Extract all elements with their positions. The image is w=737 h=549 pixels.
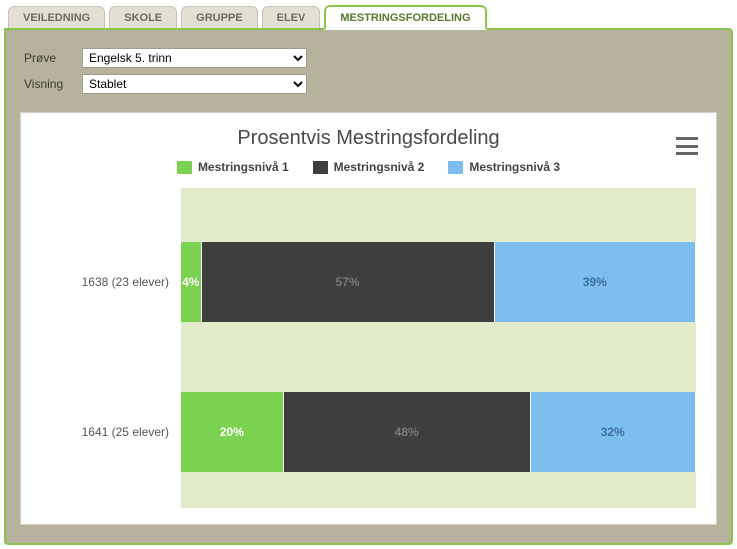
legend-label-3: Mestringsnivå 3 [469,160,560,174]
legend-label-1: Mestringsnivå 1 [198,160,289,174]
legend: Mestringsnivå 1 Mestringsnivå 2 Mestring… [31,160,706,174]
bar-track: 20% 48% 32% [181,392,696,472]
legend-item-1[interactable]: Mestringsnivå 1 [177,160,289,174]
prove-select[interactable]: Engelsk 5. trinn [82,48,307,68]
bar-segment-n1[interactable]: 20% [181,392,284,472]
legend-item-2[interactable]: Mestringsnivå 2 [313,160,425,174]
legend-item-3[interactable]: Mestringsnivå 3 [448,160,560,174]
bar-segment-n2[interactable]: 48% [284,392,531,472]
bar-label: 1638 (23 elever) [31,275,181,289]
visning-select[interactable]: Stablet [82,74,307,94]
controls: Prøve Engelsk 5. trinn Visning Stablet [6,30,731,112]
tab-gruppe[interactable]: GRUPPE [181,6,257,28]
plot-area: 1638 (23 elever) 4% 57% 39% 1641 (25 ele… [181,188,696,508]
bar-segment-n3[interactable]: 39% [495,242,695,322]
swatch-icon [313,161,328,174]
bar-row-1638: 1638 (23 elever) 4% 57% 39% [31,242,696,322]
visning-label: Visning [24,77,82,91]
swatch-icon [177,161,192,174]
tab-skole[interactable]: SKOLE [109,6,177,28]
tab-bar: VEILEDNING SKOLE GRUPPE ELEV MESTRINGSFO… [0,0,737,28]
bar-row-1641: 1641 (25 elever) 20% 48% 32% [31,392,696,472]
bar-label: 1641 (25 elever) [31,425,181,439]
tab-veiledning[interactable]: VEILEDNING [8,6,105,28]
bar-segment-n3[interactable]: 32% [531,392,695,472]
bar-segment-n2[interactable]: 57% [202,242,495,322]
chart-menu-icon[interactable] [676,137,698,155]
swatch-icon [448,161,463,174]
chart-title: Prosentvis Mestringsfordeling [31,127,706,150]
tab-elev[interactable]: ELEV [262,6,321,28]
bar-track: 4% 57% 39% [181,242,696,322]
tab-mestringsfordeling[interactable]: MESTRINGSFORDELING [324,5,486,30]
legend-label-2: Mestringsnivå 2 [334,160,425,174]
bar-segment-n1[interactable]: 4% [181,242,202,322]
prove-label: Prøve [24,51,82,65]
main-panel: Prøve Engelsk 5. trinn Visning Stablet P… [4,28,733,545]
chart-card: Prosentvis Mestringsfordeling Mestringsn… [20,112,717,525]
